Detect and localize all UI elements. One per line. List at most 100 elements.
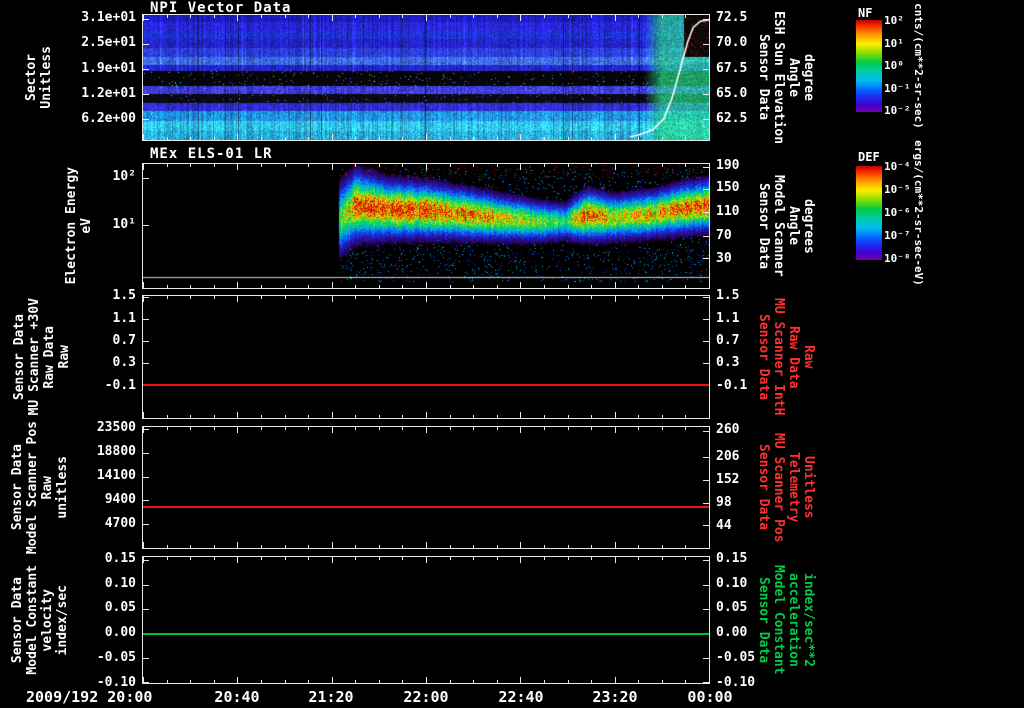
x-tick-mark xyxy=(543,137,545,140)
y-tick-label: -0.05 xyxy=(716,650,756,665)
x-tick-mark xyxy=(426,427,427,433)
x-tick-mark xyxy=(709,677,710,683)
nf-colorbar xyxy=(856,20,882,112)
x-tick-mark xyxy=(143,164,144,170)
x-tick-mark xyxy=(378,164,380,167)
def-colorbar xyxy=(856,166,882,260)
x-tick-mark xyxy=(402,164,404,167)
axis-label-line: Unitless xyxy=(801,456,816,519)
axis-label-line: Raw xyxy=(801,345,816,369)
x-tick-mark xyxy=(166,285,168,288)
x-tick-mark xyxy=(614,282,616,288)
x-tick-mark xyxy=(614,15,616,21)
y-tick-label: 72.5 xyxy=(716,10,748,25)
colorbar-tick-label: 10⁻⁵ xyxy=(884,183,911,196)
x-tick-mark xyxy=(213,164,215,167)
x-tick-mark xyxy=(355,164,357,167)
x-tick-mark xyxy=(473,285,475,288)
x-tick-mark xyxy=(685,545,687,548)
x-tick-mark xyxy=(331,296,333,302)
axis-label-line: Raw Data xyxy=(42,325,57,389)
x-tick-mark xyxy=(567,557,569,560)
x-tick-mark xyxy=(378,137,380,140)
x-tick-mark xyxy=(473,296,475,299)
x-tick-mark xyxy=(661,680,663,683)
y-tick-mark xyxy=(143,453,149,454)
x-tick-mark xyxy=(260,427,262,430)
scanner-pos-y-axis-label: Sensor Data Model Scanner Pos Raw unitless xyxy=(10,421,70,554)
x-tick-mark xyxy=(284,285,286,288)
x-tick-mark xyxy=(614,412,616,418)
x-tick-mark xyxy=(614,427,616,433)
y-tick-mark xyxy=(143,68,149,70)
x-tick-mark xyxy=(402,415,404,418)
y-tick-label: 152 xyxy=(716,472,740,487)
y-tick-mark xyxy=(143,118,149,120)
x-tick-mark xyxy=(355,285,357,288)
x-tick-mark xyxy=(449,545,451,548)
x-tick-mark xyxy=(143,427,144,433)
constant-data-line xyxy=(143,506,709,509)
x-tick-mark xyxy=(402,427,404,430)
x-tick-mark xyxy=(308,680,310,683)
x-tick-mark xyxy=(355,15,357,18)
x-tick-mark xyxy=(661,557,663,560)
x-tick-mark xyxy=(520,677,522,683)
axis-label-line: Sector xyxy=(24,54,39,101)
x-tick-mark xyxy=(520,296,522,302)
x-tick-mark xyxy=(426,164,427,170)
x-tick-mark xyxy=(567,15,569,18)
y-tick-mark xyxy=(143,43,149,45)
x-tick-mark xyxy=(685,296,687,299)
x-tick-mark xyxy=(190,296,192,299)
y-tick-label: 0.05 xyxy=(104,600,136,615)
x-tick-mark xyxy=(166,680,168,683)
x-tick-mark xyxy=(520,542,522,548)
y-tick-mark xyxy=(703,584,709,586)
x-tick-mark xyxy=(638,137,640,140)
x-tick-mark xyxy=(567,137,569,140)
x-tick-mark xyxy=(496,680,498,683)
x-tick-mark xyxy=(661,15,663,18)
x-tick-mark xyxy=(567,285,569,288)
x-tick-mark xyxy=(591,296,593,299)
model-constant-velocity-panel xyxy=(142,556,710,684)
y-tick-label: 0.00 xyxy=(104,625,136,640)
x-tick-mark xyxy=(143,542,144,548)
y-tick-label: -0.05 xyxy=(96,650,136,665)
x-tick-mark xyxy=(237,296,239,302)
x-tick-mark xyxy=(355,557,357,560)
x-tick-mark xyxy=(284,557,286,560)
x-tick-mark xyxy=(661,545,663,548)
x-tick-mark xyxy=(520,412,522,418)
y-tick-label: 70 xyxy=(716,228,732,243)
x-tick-mark xyxy=(496,285,498,288)
x-tick-mark xyxy=(661,296,663,299)
y-tick-label: 0.05 xyxy=(716,600,748,615)
npi-spectrogram-canvas xyxy=(143,15,709,140)
x-tick-mark xyxy=(166,557,168,560)
x-tick-mark xyxy=(284,15,286,18)
y-tick-label: 0.15 xyxy=(716,551,748,566)
y-tick-mark xyxy=(703,212,709,214)
x-tick-mark xyxy=(166,427,168,430)
y-tick-label: 6.2e+00 xyxy=(81,111,136,126)
x-tick-mark xyxy=(378,427,380,430)
x-tick-mark xyxy=(166,296,168,299)
colorbar-tick-label: 10¹ xyxy=(884,37,904,50)
x-tick-mark xyxy=(213,545,215,548)
x-tick-mark xyxy=(709,557,710,563)
x-tick-mark xyxy=(543,285,545,288)
x-tick-mark xyxy=(638,557,640,560)
x-tick-mark xyxy=(473,137,475,140)
x-tick-mark xyxy=(591,557,593,560)
y-tick-label: 1.2e+01 xyxy=(81,86,136,101)
x-tick-mark xyxy=(402,137,404,140)
x-tick-mark xyxy=(496,164,498,167)
x-tick-mark xyxy=(661,137,663,140)
y-tick-label: 62.5 xyxy=(716,111,748,126)
x-tick-mark xyxy=(284,680,286,683)
x-tick-mark xyxy=(190,15,192,18)
x-tick-mark xyxy=(567,164,569,167)
npi-spectrogram-panel xyxy=(142,14,710,141)
